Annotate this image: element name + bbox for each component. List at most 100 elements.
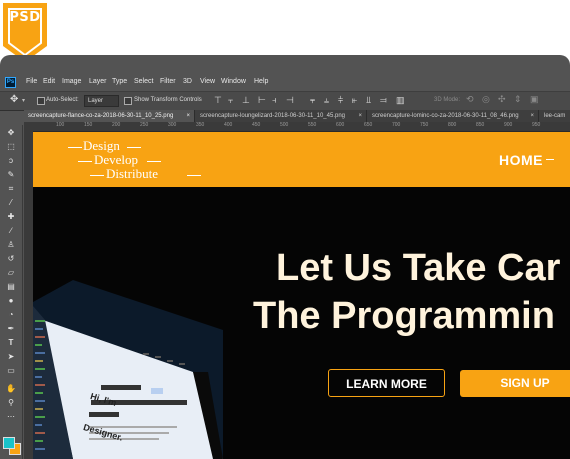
document-canvas[interactable]: Design Develop Distribute HOME Hi, I'm D… [33,132,570,459]
menu-bar: Ps File Edit Image Layer Type Select Fil… [0,75,570,91]
menu-3d[interactable]: 3D [183,78,192,85]
ruler-tick-label: 800 [448,122,457,128]
logo-rule [147,161,161,162]
document-tab[interactable]: screencapture-loungelizard-2018-06-30-11… [196,110,367,122]
marquee-tool-icon[interactable]: ⬚ [6,143,16,151]
eraser-tool-icon[interactable]: ▱ [6,269,16,277]
align-bottom-icon[interactable]: ⊥ [242,95,250,106]
chevron-down-icon[interactable]: ▾ [22,97,25,104]
nav-home-link[interactable]: HOME [499,152,543,168]
3d-slide-icon[interactable]: ⇕ [514,94,522,105]
foreground-color-swatch[interactable] [3,437,15,449]
laptop-photo [33,280,223,459]
quick-select-tool-icon[interactable]: ✎ [6,171,16,179]
logo-rule [127,147,141,148]
align-right-icon[interactable]: ⊣ [286,95,294,106]
ruler-tick-label: 150 [84,122,93,128]
photoshop-logo-icon[interactable]: Ps [5,77,16,88]
menu-edit[interactable]: Edit [43,78,55,85]
site-header: Design Develop Distribute HOME [33,132,570,187]
logo-rule [90,175,104,176]
auto-select-dropdown[interactable]: Layer [84,95,119,107]
eyedropper-tool-icon[interactable]: ⁄ [6,199,16,207]
document-tabs: screencapture-flance-co-za-2018-06-30-11… [24,110,570,122]
close-icon[interactable]: × [186,110,190,122]
learn-more-button[interactable]: LEARN MORE [328,369,445,397]
ruler-tick-label: 450 [252,122,261,128]
menu-window[interactable]: Window [221,78,246,85]
auto-select-label: Auto-Select: [46,97,79,103]
menu-select[interactable]: Select [134,78,153,85]
zoom-tool-icon[interactable]: ⚲ [6,399,16,407]
pen-tool-icon[interactable]: ✒ [6,325,16,333]
clone-stamp-tool-icon[interactable]: ♙ [6,241,16,249]
lasso-tool-icon[interactable]: ↄ [6,157,16,165]
move-tool-icon[interactable]: ✥ [6,129,16,137]
3d-rotate-icon[interactable]: ⟲ [466,94,474,105]
align-left-icon[interactable]: ⊢ [258,95,266,106]
path-selection-tool-icon[interactable]: ➤ [6,353,16,361]
document-tab-label: lee-cam [544,113,566,119]
distribute-top-icon[interactable]: ⫧ [310,95,315,106]
ruler-tick-label: 250 [140,122,149,128]
menu-type[interactable]: Type [112,78,127,85]
menu-filter[interactable]: Filter [160,78,176,85]
history-brush-tool-icon[interactable]: ↺ [6,255,16,263]
healing-brush-tool-icon[interactable]: ✚ [6,213,16,221]
more-tools-icon[interactable]: ⋯ [6,413,16,421]
distribute-left-icon[interactable]: ⫦ [352,95,357,106]
menu-help[interactable]: Help [254,78,268,85]
tools-panel: ✥ ⬚ ↄ ✎ ⌗ ⁄ ✚ ∕ ♙ ↺ ▱ ▤ ● ◔ ✒ T ➤ ▭ ✋ ⚲ … [0,125,23,459]
gradient-tool-icon[interactable]: ▤ [6,283,16,291]
hand-tool-icon[interactable]: ✋ [6,385,16,393]
3d-scale-icon[interactable]: ▣ [530,94,539,105]
type-tool-icon[interactable]: T [6,339,16,347]
logo-word-distribute: Distribute [106,166,158,181]
menu-file[interactable]: File [26,78,37,85]
sign-up-button[interactable]: SIGN UP [460,370,570,397]
menu-layer[interactable]: Layer [89,78,107,85]
options-bar: ✥ ▾ Auto-Select: Layer Show Transform Co… [0,91,570,111]
crop-tool-icon[interactable]: ⌗ [6,185,16,193]
menu-view[interactable]: View [200,78,215,85]
auto-select-checkbox[interactable] [37,97,45,105]
document-tab[interactable]: lee-cam [540,110,570,122]
dodge-tool-icon[interactable]: ◔ [6,311,16,319]
auto-select-value: Layer [88,98,104,104]
ruler-tick-label: 950 [532,122,541,128]
document-tab-label: screencapture-loungelizard-2018-06-30-11… [200,113,345,119]
document-tab[interactable]: screencapture-lominc-co-za-2018-06-30-11… [368,110,539,122]
psd-badge-label: PSD [9,10,41,25]
distribute-bottom-icon[interactable]: ⫩ [338,95,343,106]
photoshop-window: Ps File Edit Image Layer Type Select Fil… [0,55,570,459]
distribute-center-icon[interactable]: ⫨ [324,95,329,106]
rectangle-tool-icon[interactable]: ▭ [6,367,16,375]
close-icon[interactable]: × [530,110,534,122]
auto-align-icon[interactable]: ▥ [396,95,405,106]
hero-heading-line2: The Programmin [253,295,555,337]
menu-image[interactable]: Image [62,78,81,85]
distribute-right-icon[interactable]: ⫤ [380,95,387,106]
hero-heading-line1: Let Us Take Car [276,247,561,289]
transform-controls-label: Show Transform Controls [134,97,202,103]
document-tab-label: screencapture-flance-co-za-2018-06-30-11… [28,113,174,119]
transform-controls-checkbox[interactable] [124,97,132,105]
logo-rule [68,147,82,148]
ruler-tick-label: 100 [56,122,65,128]
brush-tool-icon[interactable]: ∕ [6,227,16,235]
blur-tool-icon[interactable]: ● [6,297,16,305]
align-top-icon[interactable]: ⊤ [214,95,222,106]
close-icon[interactable]: × [358,110,362,122]
document-tab[interactable]: screencapture-flance-co-za-2018-06-30-11… [24,110,195,122]
distribute-hcenter-icon[interactable]: ⫫ [366,95,371,106]
ruler-tick-label: 850 [476,122,485,128]
3d-roll-icon[interactable]: ◎ [482,94,490,105]
align-vertical-center-icon[interactable]: ⫟ [228,95,233,106]
3d-drag-icon[interactable]: ✣ [498,94,506,105]
site-logo[interactable]: Design Develop Distribute [63,136,233,186]
ruler-tick-label: 350 [196,122,205,128]
horizontal-ruler[interactable]: 100 150 200 250 300 350 400 450 500 550 … [24,122,570,132]
logo-rule [187,175,201,176]
move-tool-icon[interactable]: ✥ [10,94,18,105]
align-horizontal-center-icon[interactable]: ⫞ [272,95,277,106]
